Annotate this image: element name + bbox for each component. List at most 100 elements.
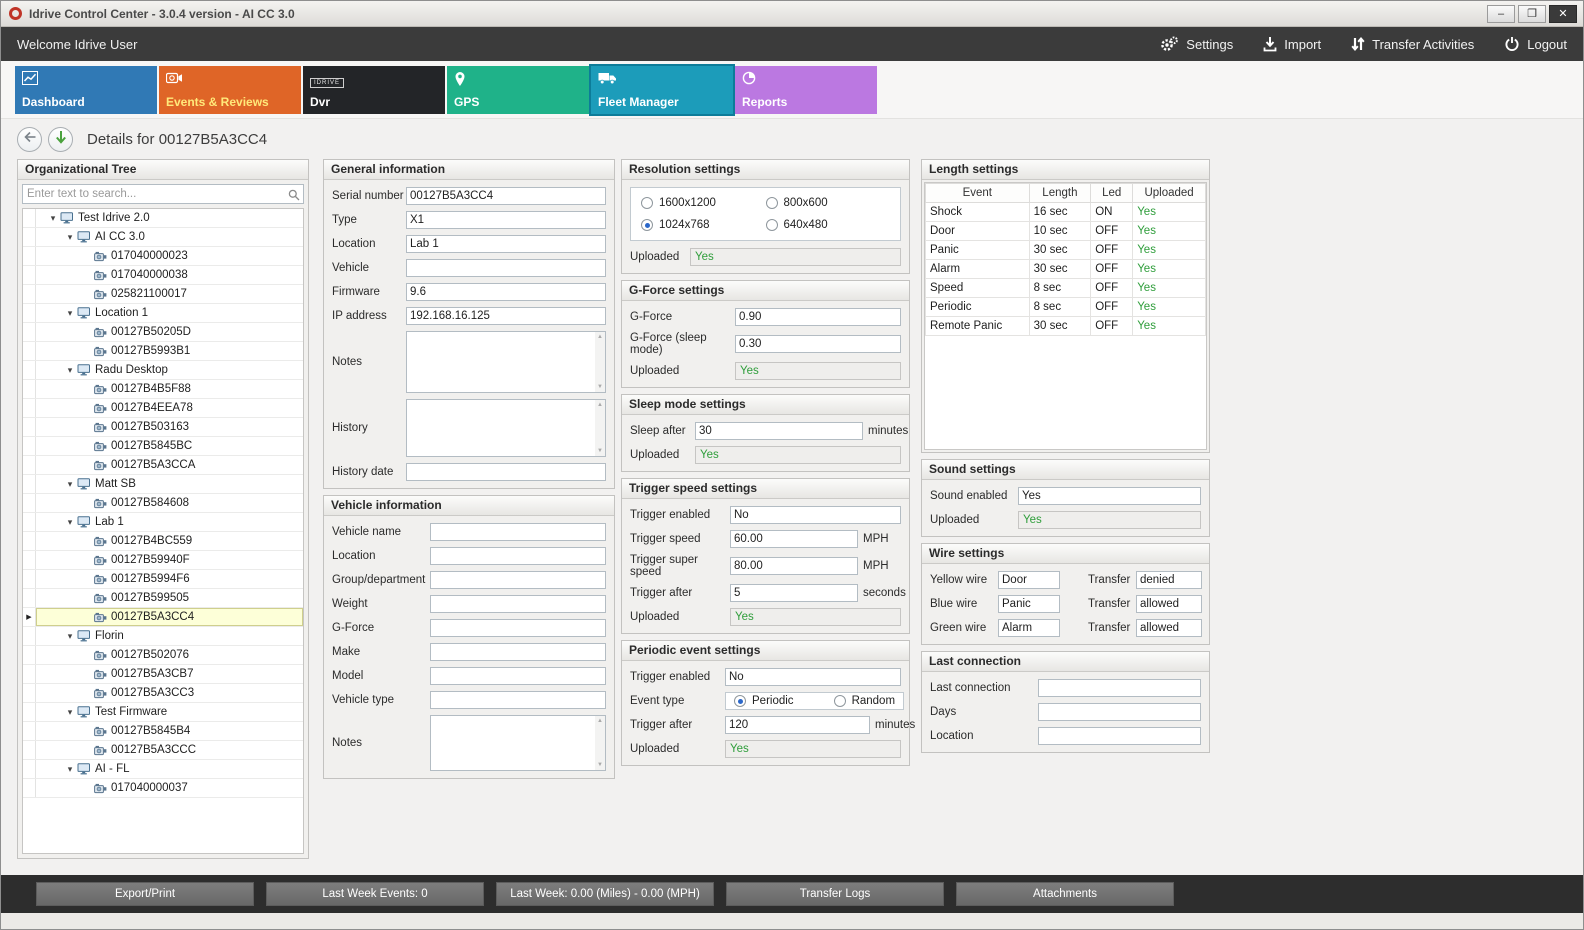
export-print-button[interactable]: Export/Print [36,882,254,906]
transfer-logs-button[interactable]: Transfer Logs [726,882,944,906]
history-textarea[interactable] [406,399,606,457]
days-input[interactable] [1038,703,1201,721]
tree-item[interactable]: 00127B50205D [23,323,303,342]
expander-icon[interactable]: ▾ [63,308,77,319]
firmware-input[interactable] [406,283,606,301]
tree-item[interactable]: ▶00127B5A3CC4 [23,608,303,627]
radio-random[interactable]: Random [834,695,895,707]
tree-item[interactable]: 00127B4EEA78 [23,399,303,418]
last-connection-input[interactable] [1038,679,1201,697]
vehicle-name-input[interactable] [430,523,606,541]
tree-item[interactable]: ▾Location 1 [23,304,303,323]
radio-800x600[interactable]: 800x600 [766,197,891,209]
trigger-speed-input[interactable] [730,530,858,548]
history-date-input[interactable] [406,463,606,481]
expander-icon[interactable]: ▾ [63,631,77,642]
radio-640x480[interactable]: 640x480 [766,219,891,231]
tree-item[interactable]: ▾Test Idrive 2.0 [23,209,303,228]
tree-item[interactable]: 00127B4BC559 [23,532,303,551]
periodic-trigger-enabled-input[interactable] [725,668,901,686]
tree-item[interactable]: ▾Florin [23,627,303,646]
tree-item[interactable]: 00127B502076 [23,646,303,665]
length-table-row[interactable]: Panic30 secOFFYes [926,241,1206,260]
import-button[interactable]: Import [1263,36,1321,52]
length-table-row[interactable]: Speed8 secOFFYes [926,279,1206,298]
tab-reports[interactable]: Reports [735,66,877,114]
trigger-after-input[interactable] [730,584,858,602]
tree-item[interactable]: 00127B5845B4 [23,722,303,741]
expander-icon[interactable]: ▾ [63,479,77,490]
tab-dvr[interactable]: IDRIVE Dvr [303,66,445,114]
blue-wire-transfer-input[interactable] [1136,595,1202,613]
vehicle-input[interactable] [406,259,606,277]
tree-search-input[interactable] [22,184,304,204]
tree-item[interactable]: 00127B503163 [23,418,303,437]
expander-icon[interactable]: ▾ [63,707,77,718]
green-wire-input[interactable] [998,619,1060,637]
length-table-row[interactable]: Remote Panic30 secOFFYes [926,317,1206,336]
radio-periodic[interactable]: Periodic [734,695,794,707]
sound-enabled-input[interactable] [1018,487,1201,505]
close-button[interactable]: ✕ [1549,5,1577,23]
tree-item[interactable]: 00127B5A3CC3 [23,684,303,703]
gforce-input[interactable] [735,308,901,326]
minimize-button[interactable]: – [1487,5,1515,23]
tree-item[interactable]: ▾Lab 1 [23,513,303,532]
back-button[interactable] [17,127,42,152]
periodic-trigger-after-input[interactable] [725,716,870,734]
trigger-super-speed-input[interactable] [730,557,858,575]
tree-item[interactable]: ▾AI - FL [23,760,303,779]
last-week-miles-button[interactable]: Last Week: 0.00 (Miles) - 0.00 (MPH) [496,882,714,906]
make-input[interactable] [430,643,606,661]
last-week-events-button[interactable]: Last Week Events: 0 [266,882,484,906]
tree-item[interactable]: 017040000038 [23,266,303,285]
expander-icon[interactable]: ▾ [46,213,60,224]
tree-item[interactable]: 00127B599505 [23,589,303,608]
tree-item[interactable]: 025821100017 [23,285,303,304]
tree-item[interactable]: 00127B5994F6 [23,570,303,589]
vehicle-gforce-input[interactable] [430,619,606,637]
tree-item[interactable]: 00127B5993B1 [23,342,303,361]
expander-icon[interactable]: ▾ [63,517,77,528]
tree-item[interactable]: 017040000023 [23,247,303,266]
tree-item[interactable]: ▾AI CC 3.0 [23,228,303,247]
tab-events-reviews[interactable]: Events & Reviews [159,66,301,114]
connection-location-input[interactable] [1038,727,1201,745]
sleep-after-input[interactable] [695,422,863,440]
tree-item[interactable]: 00127B584608 [23,494,303,513]
tree-item[interactable]: ▾Radu Desktop [23,361,303,380]
tab-dashboard[interactable]: Dashboard [15,66,157,114]
ip-address-input[interactable] [406,307,606,325]
trigger-enabled-input[interactable] [730,506,901,524]
tree-item[interactable]: ▾Test Firmware [23,703,303,722]
gforce-sleep-input[interactable] [735,335,901,353]
settings-button[interactable]: Settings [1160,36,1233,52]
notes-textarea[interactable] [406,331,606,393]
tab-fleet-manager[interactable]: Fleet Manager [591,66,733,114]
length-table-row[interactable]: Alarm30 secOFFYes [926,260,1206,279]
location-input[interactable] [406,235,606,253]
attachments-button[interactable]: Attachments [956,882,1174,906]
type-input[interactable] [406,211,606,229]
tree-item[interactable]: 017040000037 [23,779,303,798]
radio-1600x1200[interactable]: 1600x1200 [641,197,766,209]
green-wire-transfer-input[interactable] [1136,619,1202,637]
expander-icon[interactable]: ▾ [63,365,77,376]
model-input[interactable] [430,667,606,685]
tree-item[interactable]: 00127B5A3CB7 [23,665,303,684]
tree-item[interactable]: 00127B5A3CCA [23,456,303,475]
length-table-row[interactable]: Door10 secOFFYes [926,222,1206,241]
weight-input[interactable] [430,595,606,613]
expander-icon[interactable]: ▾ [63,764,77,775]
length-table-row[interactable]: Periodic8 secOFFYes [926,298,1206,317]
radio-1024x768[interactable]: 1024x768 [641,219,766,231]
blue-wire-input[interactable] [998,595,1060,613]
serial-number-input[interactable] [406,187,606,205]
vehicle-location-input[interactable] [430,547,606,565]
tree-item[interactable]: 00127B5A3CCC [23,741,303,760]
tree-item[interactable]: 00127B59940F [23,551,303,570]
tree-item[interactable]: 00127B4B5F88 [23,380,303,399]
tree-item[interactable]: ▾Matt SB [23,475,303,494]
tab-gps[interactable]: GPS [447,66,589,114]
expander-icon[interactable]: ▾ [63,232,77,243]
